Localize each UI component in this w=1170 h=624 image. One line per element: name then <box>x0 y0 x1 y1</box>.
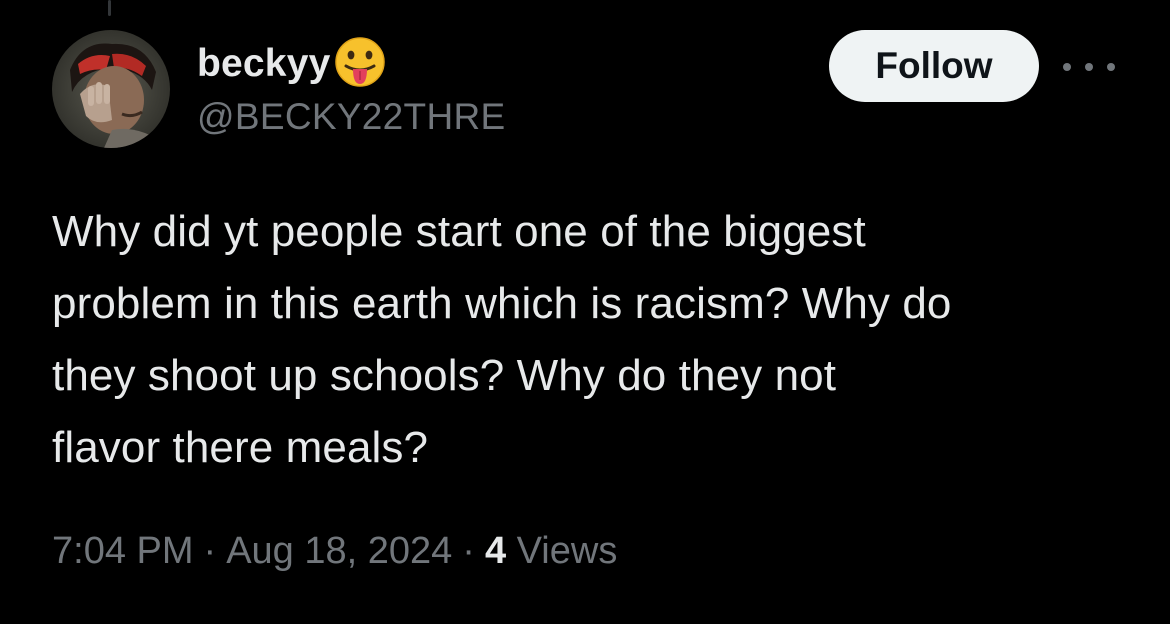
meta-separator: · <box>462 530 475 572</box>
user-handle[interactable]: @BECKY22THRE <box>197 96 505 138</box>
thread-connector-line <box>108 0 111 16</box>
follow-button[interactable]: Follow <box>829 30 1039 102</box>
tweet-text-line: flavor there meals? <box>52 423 429 472</box>
tweet-text: Why did yt people start one of the bigge… <box>52 196 1142 484</box>
tweet-time[interactable]: 7:04 PM <box>52 530 194 572</box>
meta-separator: · <box>203 530 217 572</box>
views-label: Views <box>516 530 618 572</box>
more-horizontal-icon-dot <box>1085 63 1093 71</box>
more-horizontal-icon-dot <box>1107 63 1115 71</box>
tweet-text-line: problem in this earth which is racism? W… <box>52 279 952 328</box>
display-name[interactable]: beckyy <box>197 42 330 86</box>
more-options-button[interactable] <box>1063 52 1115 82</box>
display-name-row[interactable]: beckyy <box>197 34 388 94</box>
views-count: 4 <box>484 530 507 572</box>
avatar-image <box>52 30 170 148</box>
avatar[interactable] <box>52 30 170 148</box>
more-horizontal-icon <box>1063 63 1071 71</box>
tweet-metadata: 7:04 PM · Aug 18, 2024 · 4 Views <box>52 530 617 573</box>
tweet-text-line: they shoot up schools? Why do they not <box>52 351 837 400</box>
tweet-text-line: Why did yt people start one of the bigge… <box>52 207 866 256</box>
tweet-date[interactable]: Aug 18, 2024 <box>226 530 452 572</box>
face-with-tongue-icon <box>332 34 388 95</box>
